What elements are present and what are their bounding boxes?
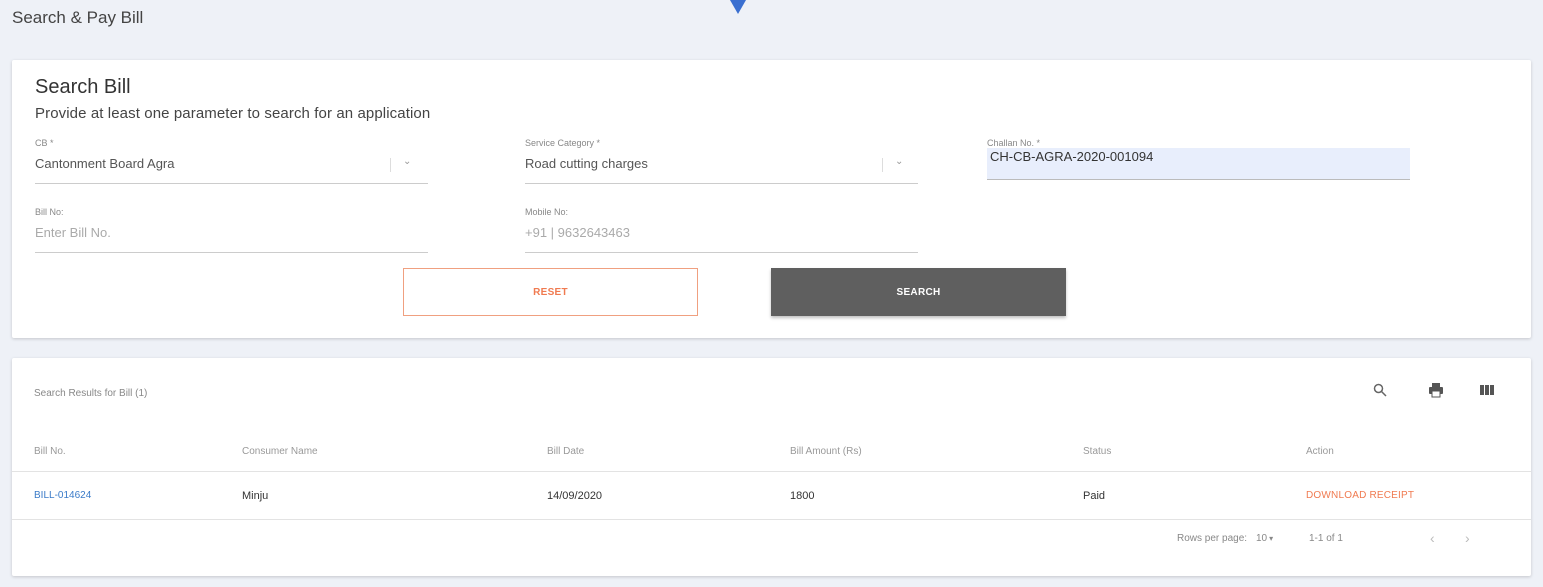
table-header: Bill No. Consumer Name Bill Date Bill Am… <box>12 432 1531 472</box>
consumer-name-cell: Minju <box>242 489 269 502</box>
service-category-select[interactable]: Service Category * Road cutting charges … <box>525 138 918 184</box>
bill-date-cell: 14/09/2020 <box>547 489 603 502</box>
service-category-value: Road cutting charges <box>525 156 648 171</box>
column-header-consumer-name[interactable]: Consumer Name <box>242 432 318 471</box>
search-card-title: Search Bill <box>35 76 131 98</box>
field-underline <box>35 252 428 253</box>
column-header-bill-date[interactable]: Bill Date <box>547 432 584 471</box>
status-cell: Paid <box>1083 489 1106 502</box>
search-button[interactable]: SEARCH <box>771 268 1066 316</box>
mobile-no-field[interactable]: Mobile No: +91 | 9632643463 <box>525 207 918 253</box>
field-underline <box>525 183 918 184</box>
mobile-no-label: Mobile No: <box>525 207 569 217</box>
cb-label: CB * <box>35 138 54 148</box>
search-card-subtitle: Provide at least one parameter to search… <box>35 105 431 122</box>
cb-value: Cantonment Board Agra <box>35 156 175 171</box>
bill-no-link[interactable]: BILL-014624 <box>34 472 91 519</box>
cb-select[interactable]: CB * Cantonment Board Agra ⌄ <box>35 138 428 184</box>
field-underline <box>35 183 428 184</box>
bill-amount-cell: 1800 <box>790 489 815 502</box>
search-icon[interactable] <box>1370 380 1390 400</box>
bill-no-placeholder: Enter Bill No. <box>35 225 111 240</box>
bill-no-label: Bill No: <box>35 207 64 217</box>
field-underline <box>525 252 918 253</box>
service-category-label: Service Category * <box>525 138 601 148</box>
mobile-prefix: +91 | <box>525 225 555 240</box>
print-icon[interactable] <box>1426 380 1446 400</box>
pointer-arrow-icon <box>730 0 746 14</box>
results-title: Search Results for Bill (1) <box>34 388 148 399</box>
mobile-number: 9632643463 <box>557 225 630 240</box>
pagination-range: 1-1 of 1 <box>1309 532 1343 544</box>
reset-button[interactable]: RESET <box>403 268 698 316</box>
challan-value: CH-CB-AGRA-2020-001094 <box>990 149 1154 164</box>
column-header-status[interactable]: Status <box>1083 432 1111 471</box>
rows-per-page-label: Rows per page: <box>1177 532 1248 544</box>
rows-per-page-select[interactable]: 10 ▾ <box>1256 528 1273 548</box>
select-separator <box>882 158 883 172</box>
search-bill-card: Search Bill Provide at least one paramet… <box>12 60 1531 338</box>
chevron-down-icon[interactable]: ⌄ <box>895 156 903 167</box>
challan-input[interactable]: CH-CB-AGRA-2020-001094 <box>987 148 1410 180</box>
caret-down-icon: ▾ <box>1269 533 1274 543</box>
column-header-action[interactable]: Action <box>1306 432 1334 471</box>
rows-per-page-value: 10 <box>1256 532 1268 544</box>
page-title: Search & Pay Bill <box>12 8 144 27</box>
search-results-card: Search Results for Bill (1) Bill No. Con… <box>12 358 1531 576</box>
view-columns-icon[interactable] <box>1477 380 1497 400</box>
column-header-bill-no[interactable]: Bill No. <box>34 432 66 471</box>
next-page-icon[interactable]: › <box>1465 528 1470 548</box>
chevron-down-icon[interactable]: ⌄ <box>403 156 411 167</box>
select-separator <box>390 158 391 172</box>
challan-label: Challan No. * <box>987 138 1041 148</box>
column-header-bill-amount[interactable]: Bill Amount (Rs) <box>790 432 862 471</box>
table-row: BILL-014624 Minju 14/09/2020 1800 Paid D… <box>12 472 1531 520</box>
mobile-no-value: +91 | 9632643463 <box>525 225 918 240</box>
prev-page-icon[interactable]: ‹ <box>1430 528 1435 548</box>
download-receipt-link[interactable]: DOWNLOAD RECEIPT <box>1306 472 1414 519</box>
bill-no-field[interactable]: Bill No: Enter Bill No. <box>35 207 428 253</box>
